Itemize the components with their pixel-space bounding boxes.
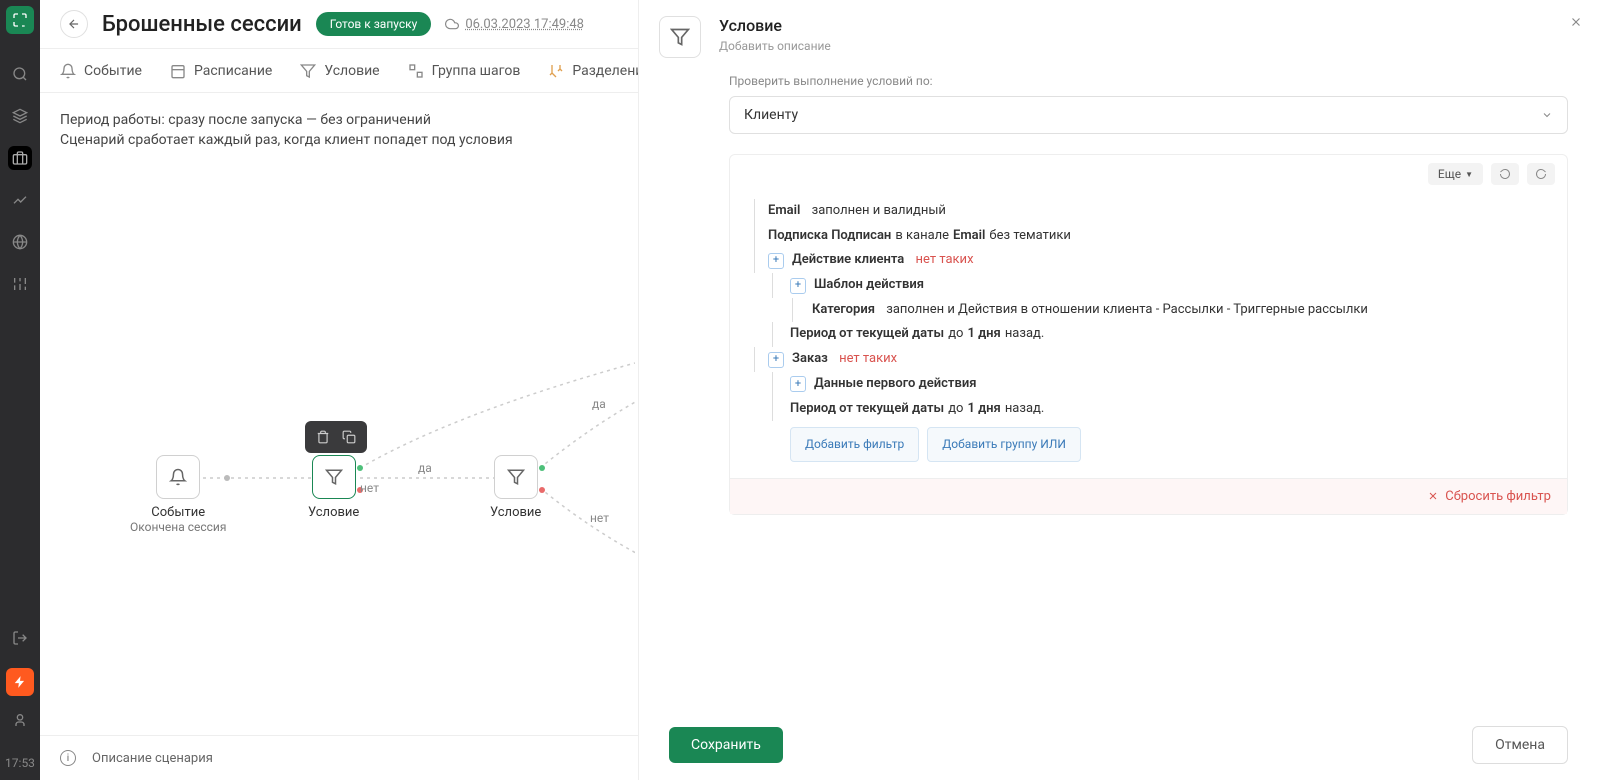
client-select[interactable]: Клиенту: [729, 96, 1568, 134]
tree-row[interactable]: +Заказ нет таких: [754, 347, 1547, 372]
bell-icon: [169, 468, 187, 486]
add-description[interactable]: Добавить описание: [719, 39, 831, 53]
tab-schedule[interactable]: Расписание: [170, 49, 272, 92]
status-badge: Готов к запуску: [316, 12, 432, 36]
logo[interactable]: [6, 6, 34, 34]
tree-row[interactable]: Период от текущей даты до 1 дня назад.: [754, 397, 1547, 422]
tree-row[interactable]: Email заполнен и валидный: [754, 199, 1547, 224]
select-value: Клиенту: [744, 107, 798, 123]
filter-tree: Email заполнен и валидный Подписка Подпи…: [730, 193, 1567, 478]
delete-button[interactable]: [313, 427, 333, 447]
funnel-icon: [659, 16, 701, 58]
node-sublabel: Окончена сессия: [130, 520, 226, 534]
bell-icon: [60, 63, 76, 79]
timestamp[interactable]: 06.03.2023 17:49:48: [445, 17, 584, 32]
edge-label-no: нет: [590, 511, 609, 525]
briefcase-icon[interactable]: [8, 146, 32, 170]
funnel-icon: [300, 63, 316, 79]
tab-label: Расписание: [194, 63, 272, 79]
edge-label-no: нет: [360, 481, 379, 495]
tab-label: Условие: [324, 63, 379, 79]
more-button[interactable]: Еще ▼: [1428, 163, 1483, 185]
reset-filter-button[interactable]: Сбросить фильтр: [1427, 489, 1551, 504]
reset-filter-bar: Сбросить фильтр: [730, 478, 1567, 514]
chevron-down-icon: [1541, 109, 1553, 121]
chart-icon[interactable]: [8, 188, 32, 212]
steps-icon: [408, 63, 424, 79]
node-condition-1[interactable]: Условие: [308, 455, 359, 520]
node-label: Условие: [308, 505, 359, 520]
expand-icon[interactable]: +: [768, 253, 784, 269]
close-button[interactable]: [1566, 12, 1586, 32]
tab-event[interactable]: Событие: [60, 49, 142, 92]
edge-label-yes: да: [592, 397, 606, 411]
node-toolbar: [305, 421, 367, 453]
filter-toolbar: Еще ▼: [730, 155, 1567, 193]
panel-header: Условие Добавить описание: [639, 0, 1598, 74]
split-icon: [548, 63, 564, 79]
node-condition-2[interactable]: Условие: [490, 455, 541, 520]
user-icon[interactable]: [8, 708, 32, 732]
add-or-group-button[interactable]: Добавить группу ИЛИ: [927, 427, 1081, 462]
logout-icon[interactable]: [8, 626, 32, 650]
tab-condition[interactable]: Условие: [300, 49, 379, 92]
cloud-icon: [445, 17, 459, 31]
tab-label: Группа шагов: [432, 63, 521, 79]
sidebar-time: 17:53: [5, 756, 35, 770]
funnel-icon: [507, 468, 525, 486]
panel-footer: Сохранить Отмена: [639, 710, 1598, 780]
sidebar: 17:53: [0, 0, 40, 780]
timestamp-text: 06.03.2023 17:49:48: [465, 17, 584, 32]
tree-row[interactable]: Категория заполнен и Действия в отношени…: [754, 298, 1547, 323]
expand-icon[interactable]: +: [768, 352, 784, 368]
save-button[interactable]: Сохранить: [669, 727, 783, 763]
expand-icon[interactable]: +: [790, 278, 806, 294]
main: Брошенные сессии Готов к запуску 06.03.2…: [40, 0, 1598, 780]
back-button[interactable]: [60, 10, 88, 38]
cancel-button[interactable]: Отмена: [1472, 726, 1568, 764]
layers-icon[interactable]: [8, 104, 32, 128]
edge-label-yes: да: [418, 461, 432, 475]
tab-label: Событие: [84, 63, 142, 79]
side-panel: Условие Добавить описание Проверить выпо…: [638, 0, 1598, 780]
calendar-icon: [170, 63, 186, 79]
check-label: Проверить выполнение условий по:: [729, 74, 1568, 88]
page-title: Брошенные сессии: [102, 12, 302, 37]
tree-row[interactable]: Подписка Подписан в канале Email без тем…: [754, 224, 1547, 249]
redo-button[interactable]: [1527, 163, 1555, 185]
sliders-icon[interactable]: [8, 272, 32, 296]
close-icon: [1427, 490, 1439, 502]
footer-desc[interactable]: Описание сценария: [92, 751, 213, 766]
panel-body: Проверить выполнение условий по: Клиенту…: [639, 74, 1598, 710]
expand-icon[interactable]: +: [790, 376, 806, 392]
tree-row[interactable]: Период от текущей даты до 1 дня назад.: [754, 322, 1547, 347]
node-label: Событие: [151, 505, 205, 520]
filter-box: Еще ▼ Email заполнен и валидный Подписка…: [729, 154, 1568, 515]
tab-split[interactable]: Разделение: [548, 49, 650, 92]
info-icon: i: [60, 750, 76, 766]
node-label: Условие: [490, 505, 541, 520]
add-filter-button[interactable]: Добавить фильтр: [790, 427, 919, 462]
panel-title: Условие: [719, 16, 831, 35]
node-event[interactable]: Событие Окончена сессия: [130, 455, 226, 534]
funnel-icon: [325, 468, 343, 486]
tab-group[interactable]: Группа шагов: [408, 49, 521, 92]
search-icon[interactable]: [8, 62, 32, 86]
bolt-icon[interactable]: [6, 668, 34, 696]
copy-button[interactable]: [339, 427, 359, 447]
canvas-info: Период работы: сразу после запуска — без…: [60, 111, 513, 150]
tree-row[interactable]: +Действие клиента нет таких: [754, 248, 1547, 273]
tree-row[interactable]: +Данные первого действия: [754, 372, 1547, 397]
undo-button[interactable]: [1491, 163, 1519, 185]
globe-icon[interactable]: [8, 230, 32, 254]
tree-row[interactable]: +Шаблон действия: [754, 273, 1547, 298]
